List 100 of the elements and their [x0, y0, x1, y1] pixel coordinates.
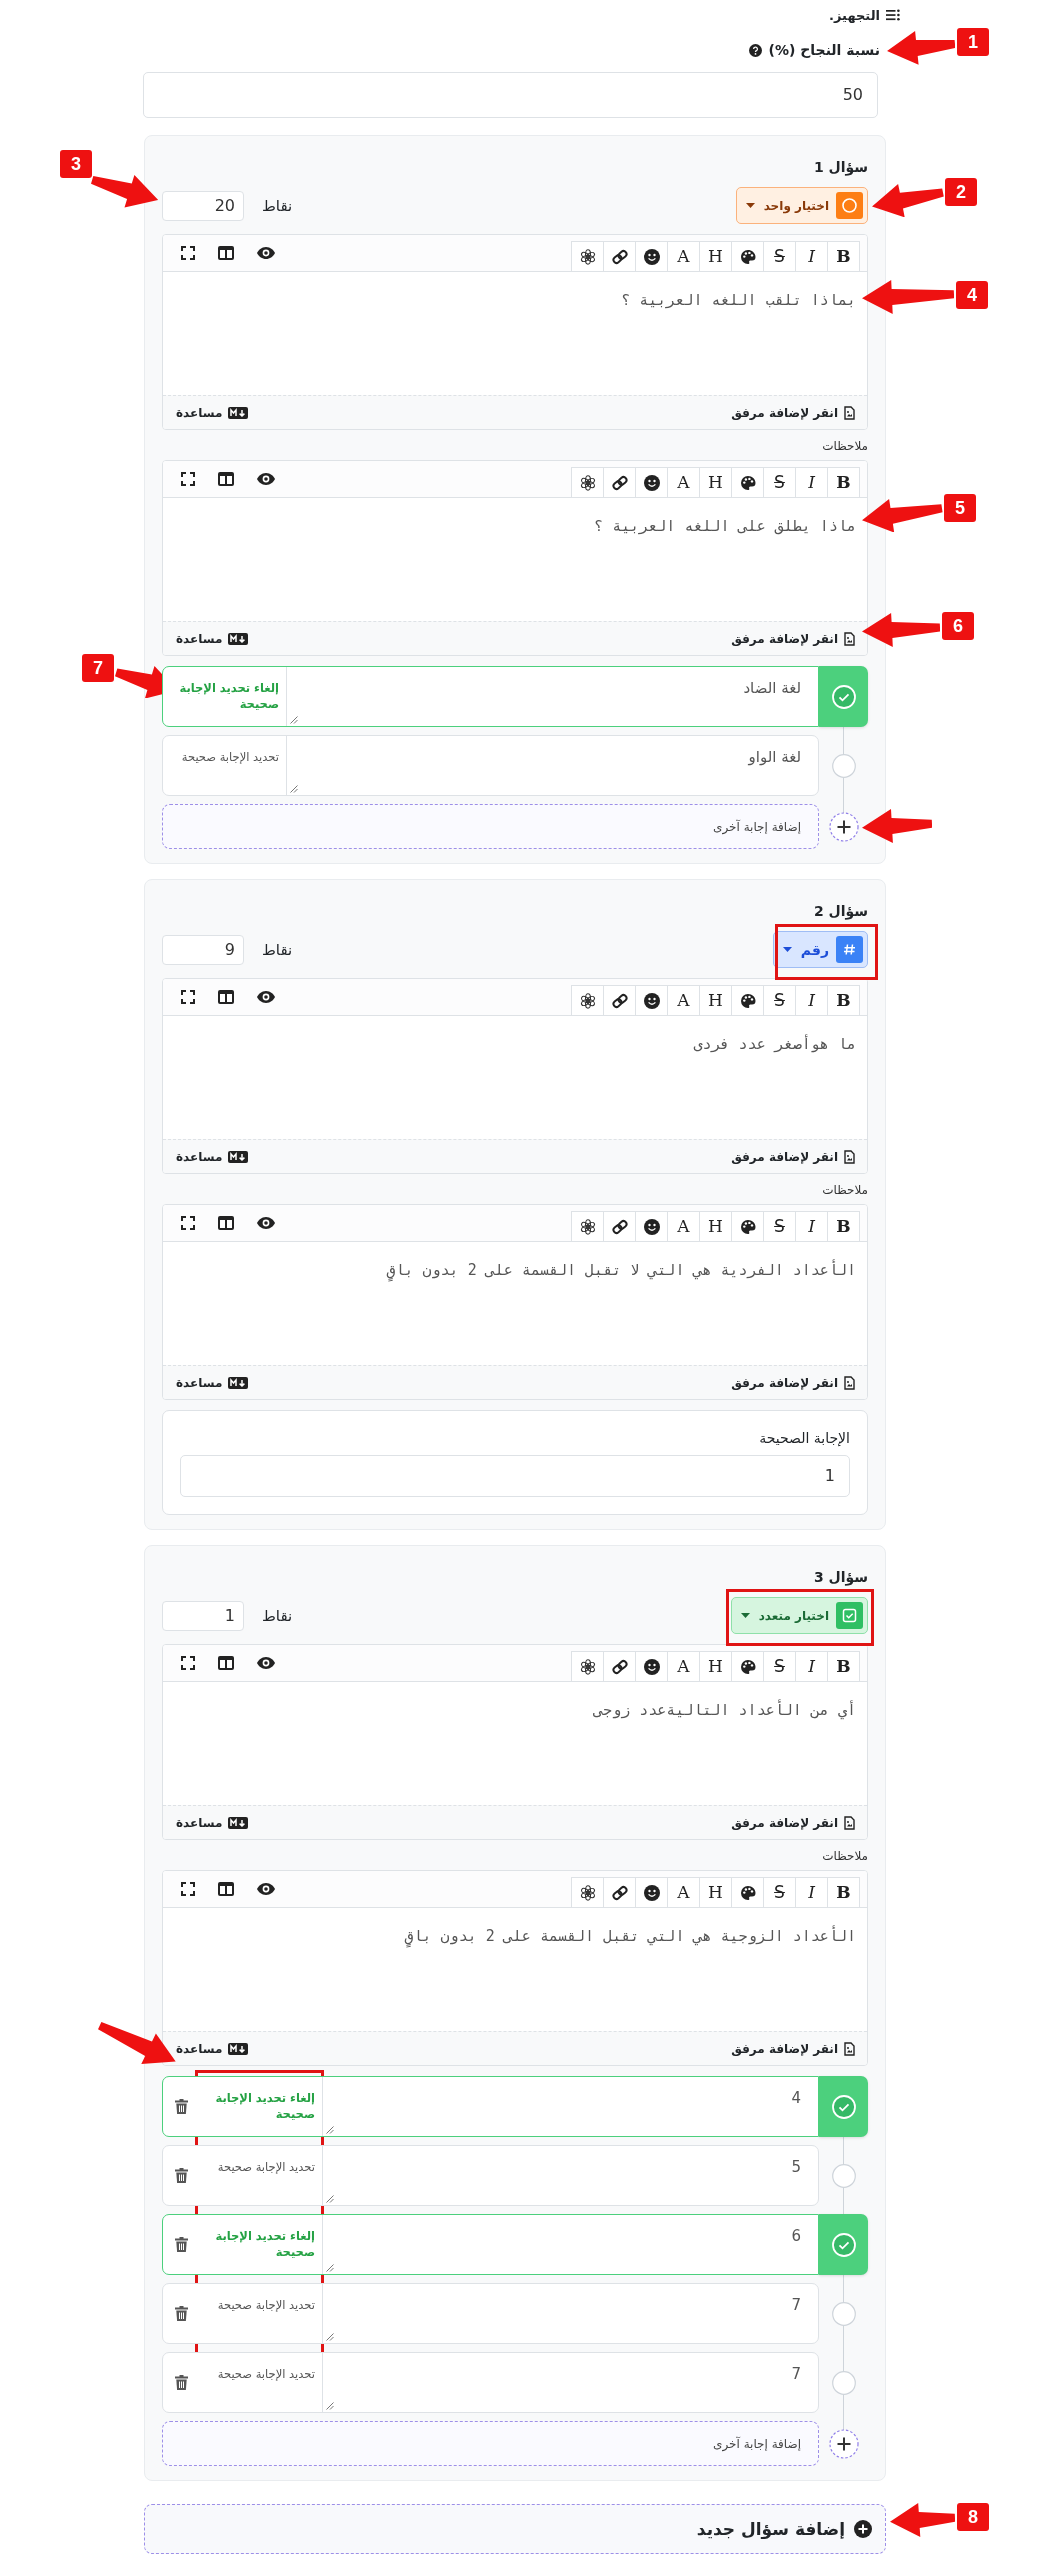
editor-content[interactable]: ماذا يطلق على اللغه العربية ؟	[163, 498, 867, 621]
bold-button[interactable]: B	[827, 467, 860, 497]
editor-content[interactable]: ما هوأصغر عدد فردى	[163, 1016, 867, 1139]
bold-button[interactable]: B	[827, 241, 860, 271]
fullscreen-icon[interactable]	[181, 1656, 195, 1670]
checkbox-icon	[836, 1602, 863, 1629]
answer-input[interactable]: 7	[323, 2284, 818, 2343]
trash-icon[interactable]	[174, 2168, 188, 2183]
attach-file-link[interactable]: انقر لإضافة مرفق	[731, 1375, 855, 1390]
question-type-dropdown[interactable]: رقم	[772, 931, 868, 968]
fullscreen-icon[interactable]	[181, 1216, 195, 1230]
answer-input[interactable]: لغة الواو	[287, 736, 818, 795]
resize-handle-icon[interactable]	[290, 785, 298, 793]
help-link[interactable]: مساعدة	[176, 1375, 249, 1390]
help-link[interactable]: مساعدة	[176, 1149, 249, 1164]
mark-correct-toggle[interactable]: تحديد الإجابة صحيحة	[199, 2146, 323, 2205]
knot-button[interactable]	[571, 1877, 604, 1907]
answer-input[interactable]: 7	[323, 2353, 818, 2412]
bold-button[interactable]: B	[827, 1877, 860, 1907]
bold-button[interactable]: B	[827, 1211, 860, 1241]
knot-button[interactable]	[571, 1211, 604, 1241]
correct-answer-input[interactable]: 1	[180, 1455, 850, 1497]
editor-content[interactable]: الأعداد الفردية هي التي لا تقبل القسمة على 2 بدون باقٍ	[163, 1242, 867, 1365]
resize-handle-icon[interactable]	[326, 2333, 334, 2341]
columns-icon[interactable]	[218, 246, 234, 260]
editor-content[interactable]: بماذا تلقب اللغه العربية ؟	[163, 272, 867, 395]
knot-button[interactable]	[571, 985, 604, 1015]
file-icon	[844, 2041, 855, 2056]
points-label: نقاط	[262, 1606, 293, 1625]
callout-badge: 2	[945, 178, 977, 206]
columns-icon[interactable]	[218, 1656, 234, 1670]
mark-correct-toggle[interactable]: تحديد الإجابة صحيحة	[163, 736, 287, 795]
hash-icon	[836, 936, 863, 963]
fullscreen-icon[interactable]	[181, 472, 195, 486]
add-answer-button[interactable]: إضافة إجابة آخرى	[162, 2421, 819, 2466]
bold-button[interactable]: B	[827, 985, 860, 1015]
fullscreen-icon[interactable]	[181, 246, 195, 260]
trash-icon[interactable]	[174, 2306, 188, 2321]
palette-icon	[739, 248, 756, 265]
columns-icon[interactable]	[218, 472, 234, 486]
mark-correct-toggle[interactable]: تحديد الإجابة صحيحة	[199, 2284, 323, 2343]
plus-icon[interactable]	[828, 811, 859, 842]
columns-icon[interactable]	[218, 990, 234, 1004]
answer-input[interactable]: 4	[323, 2077, 818, 2136]
help-icon[interactable]	[748, 43, 762, 57]
help-link[interactable]: مساعدة	[176, 2041, 249, 2056]
palette-icon	[739, 1884, 756, 1901]
resize-handle-icon[interactable]	[326, 2402, 334, 2410]
attach-file-link[interactable]: انقر لإضافة مرفق	[731, 631, 855, 646]
editor-content[interactable]: أي من الأعداد التاليةعدد زوجى	[163, 1682, 867, 1805]
points-input[interactable]: 1	[162, 1600, 244, 1631]
link-icon	[610, 248, 629, 265]
eye-icon[interactable]	[257, 247, 275, 259]
editor-content[interactable]: الأعداد الزوجية هي التي تقبل القسمة على 2 بدون باقٍ	[163, 1908, 867, 2031]
answer-input[interactable]: 6	[323, 2215, 818, 2274]
attach-file-link[interactable]: انقر لإضافة مرفق	[731, 1815, 855, 1830]
fullscreen-icon[interactable]	[181, 1882, 195, 1896]
answer-input[interactable]: 5	[323, 2146, 818, 2205]
eye-icon[interactable]	[257, 473, 275, 485]
attach-file-link[interactable]: انقر لإضافة مرفق	[731, 405, 855, 420]
markdown-icon	[228, 632, 249, 645]
resize-handle-icon[interactable]	[326, 2195, 334, 2203]
callout-badge: 6	[942, 612, 974, 640]
eye-icon[interactable]	[257, 991, 275, 1003]
columns-icon[interactable]	[218, 1216, 234, 1230]
question-title: سؤال 3	[812, 1568, 868, 1587]
mark-correct-toggle[interactable]: تحديد الإجابة صحيحة	[199, 2353, 323, 2412]
eye-icon[interactable]	[257, 1657, 275, 1669]
question-type-dropdown[interactable]: اختيار متعدد	[730, 1597, 868, 1634]
fullscreen-icon[interactable]	[181, 990, 195, 1004]
help-link[interactable]: مساعدة	[176, 405, 249, 420]
trash-icon[interactable]	[174, 2237, 188, 2252]
add-question-button[interactable]: إضافة سؤال جديد	[144, 2504, 886, 2554]
help-link[interactable]: مساعدة	[176, 631, 249, 646]
points-input[interactable]: 20	[162, 190, 244, 221]
trash-icon[interactable]	[174, 2375, 188, 2390]
plus-icon[interactable]	[828, 2428, 859, 2459]
eye-icon[interactable]	[257, 1217, 275, 1229]
trash-icon[interactable]	[174, 2099, 188, 2114]
answer-input[interactable]: لغة الضاد	[287, 667, 818, 726]
knot-button[interactable]	[571, 241, 604, 271]
knot-button[interactable]	[571, 1651, 604, 1681]
attach-file-link[interactable]: انقر لإضافة مرفق	[731, 2041, 855, 2056]
question-type-dropdown[interactable]: اختيار واحد	[735, 187, 868, 224]
help-link[interactable]: مساعدة	[176, 1815, 249, 1830]
eye-icon[interactable]	[257, 1883, 275, 1895]
bold-button[interactable]: B	[827, 1651, 860, 1681]
plus-circle-icon	[854, 2520, 872, 2538]
palette-icon	[739, 992, 756, 1009]
add-answer-button[interactable]: إضافة إجابة آخرى	[162, 804, 819, 849]
correct-answer-label: الإجابة الصحيحة	[758, 1429, 850, 1448]
link-icon	[610, 474, 629, 491]
points-input[interactable]: 9	[162, 934, 244, 965]
passing-rate-input[interactable]: 50	[143, 72, 878, 118]
resize-handle-icon[interactable]	[290, 716, 298, 724]
columns-icon[interactable]	[218, 1882, 234, 1896]
attach-file-link[interactable]: انقر لإضافة مرفق	[731, 1149, 855, 1164]
knot-button[interactable]	[571, 467, 604, 497]
resize-handle-icon[interactable]	[326, 2126, 334, 2134]
resize-handle-icon[interactable]	[326, 2264, 334, 2272]
